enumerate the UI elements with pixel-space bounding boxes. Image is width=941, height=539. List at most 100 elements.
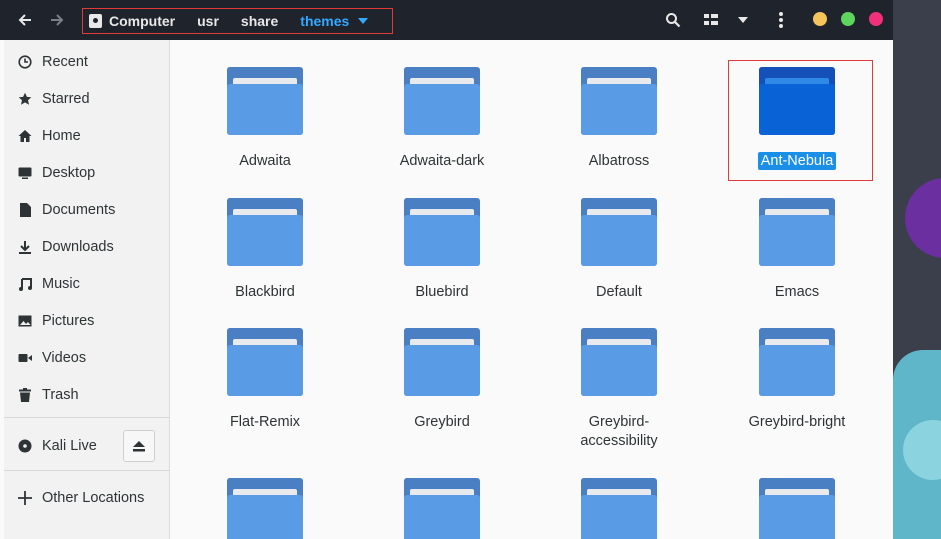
folder-item[interactable]: Blackbird (190, 198, 340, 302)
sidebar-item-home[interactable]: Home (4, 117, 170, 154)
folder-item[interactable]: Adwaita (190, 67, 340, 171)
sidebar-item-label: Documents (42, 201, 116, 218)
breadcrumb-label: share (240, 13, 279, 29)
star-icon (17, 91, 33, 107)
sidebar-item-recent[interactable]: Recent (4, 43, 170, 80)
desktop-icon (17, 165, 33, 181)
breadcrumb-share[interactable]: share (241, 13, 278, 29)
sidebar-item-videos[interactable]: Videos (4, 339, 170, 376)
folder-name: Greybird-bright (748, 414, 846, 430)
sidebar-item-label: Music (42, 275, 80, 292)
folder-name: Blackbird (235, 284, 295, 300)
breadcrumb-label: usr (197, 13, 219, 29)
sidebar-item-label: Starred (42, 90, 90, 107)
back-button[interactable] (11, 6, 39, 34)
maximize-button[interactable] (841, 12, 855, 26)
folder-item[interactable]: Bluebird (367, 198, 517, 302)
folder-item[interactable]: Emacs (722, 198, 872, 302)
sidebar-item-label: Recent (42, 53, 88, 70)
folder-item[interactable]: Greybird (367, 328, 517, 432)
search-button[interactable] (659, 6, 687, 34)
desktop-wallpaper (893, 0, 941, 539)
folder-item[interactable] (722, 478, 872, 539)
folder-item[interactable]: Flat-Remix (190, 328, 340, 432)
kebab-menu-icon (779, 12, 783, 28)
folder-icon (227, 478, 303, 539)
sort-menu-button[interactable] (729, 6, 757, 34)
wallpaper-shape (905, 178, 941, 258)
sidebar-item-label: Downloads (42, 238, 114, 255)
folder-name-line: Greybird- (588, 414, 650, 430)
sidebar-item-label: Other Locations (42, 489, 145, 506)
folder-name-line: accessibility (580, 433, 658, 449)
drive-icon (89, 14, 102, 28)
folder-item[interactable]: Adwaita-dark (367, 67, 517, 171)
chevron-down-icon (738, 17, 748, 23)
sidebar-item-pictures[interactable]: Pictures (4, 302, 170, 339)
folder-name: Ant-Nebula (722, 152, 872, 171)
folder-icon (581, 67, 657, 137)
folder-name: Flat-Remix (229, 414, 301, 430)
main-menu-button[interactable] (767, 6, 795, 34)
eject-button[interactable] (123, 430, 155, 462)
folder-name: Albatross (588, 153, 650, 169)
folder-name: Emacs (774, 284, 820, 300)
sidebar-item-kali-live[interactable]: Kali Live (4, 427, 119, 464)
folder-item-selected[interactable]: Ant-Nebula (722, 67, 872, 171)
header-bar: Computer usr share themes (0, 0, 893, 40)
folder-name: Adwaita-dark (399, 153, 485, 169)
folder-name: Greybird (414, 414, 470, 430)
breadcrumb-label: Computer (109, 13, 176, 29)
plus-icon (17, 490, 33, 506)
close-button[interactable] (869, 12, 883, 26)
home-icon (17, 128, 33, 144)
eject-icon (133, 440, 145, 451)
breadcrumb-themes[interactable]: themes (300, 13, 369, 29)
music-icon (17, 276, 33, 292)
folder-name: Adwaita (239, 153, 291, 169)
folder-item[interactable]: Greybird- accessibility (544, 328, 694, 451)
search-icon (666, 13, 681, 28)
folder-item[interactable] (544, 478, 694, 539)
sidebar-item-label: Videos (42, 349, 87, 366)
sidebar-item-trash[interactable]: Trash (4, 376, 170, 413)
breadcrumb-usr[interactable]: usr (197, 13, 219, 29)
sidebar-item-documents[interactable]: Documents (4, 191, 170, 228)
folder-icon (227, 328, 303, 398)
path-bar: Computer usr share themes (82, 8, 393, 34)
sidebar-item-downloads[interactable]: Downloads (4, 228, 170, 265)
sidebar-item-label: Kali Live (42, 437, 97, 454)
file-manager-window: Computer usr share themes Recent Starred… (0, 0, 893, 539)
folder-icon (404, 67, 480, 137)
trash-icon (17, 387, 33, 403)
picture-icon (17, 313, 33, 329)
folder-item[interactable] (190, 478, 340, 539)
sidebar-item-label: Trash (42, 386, 79, 403)
sidebar-item-other-locations[interactable]: Other Locations (4, 479, 170, 516)
sidebar-item-music[interactable]: Music (4, 265, 170, 302)
folder-name: Greybird- accessibility (544, 413, 694, 451)
sidebar-item-starred[interactable]: Starred (4, 80, 170, 117)
folder-item[interactable]: Greybird-bright (722, 328, 872, 432)
view-options-button[interactable] (697, 6, 725, 34)
sidebar-item-desktop[interactable]: Desktop (4, 154, 170, 191)
folder-item[interactable] (367, 478, 517, 539)
folder-icon (404, 198, 480, 268)
sidebar-separator (4, 470, 170, 471)
folder-item[interactable]: Albatross (544, 67, 694, 171)
minimize-button[interactable] (813, 12, 827, 26)
arrow-left-icon (18, 14, 31, 26)
folder-icon (581, 328, 657, 398)
disc-icon (17, 438, 33, 454)
folder-icon (759, 328, 835, 398)
folder-name: Bluebird (415, 284, 469, 300)
forward-button[interactable] (43, 6, 71, 34)
folder-icon (759, 478, 835, 539)
folder-icon (404, 478, 480, 539)
arrow-right-icon (51, 14, 64, 26)
breadcrumb-computer[interactable]: Computer (89, 13, 175, 29)
folder-item[interactable]: Default (544, 198, 694, 302)
sidebar-item-label: Home (42, 127, 81, 144)
file-icon-view: Adwaita Adwaita-dark Albatross Ant-Nebul… (171, 40, 893, 539)
sidebar-item-label: Desktop (42, 164, 96, 181)
